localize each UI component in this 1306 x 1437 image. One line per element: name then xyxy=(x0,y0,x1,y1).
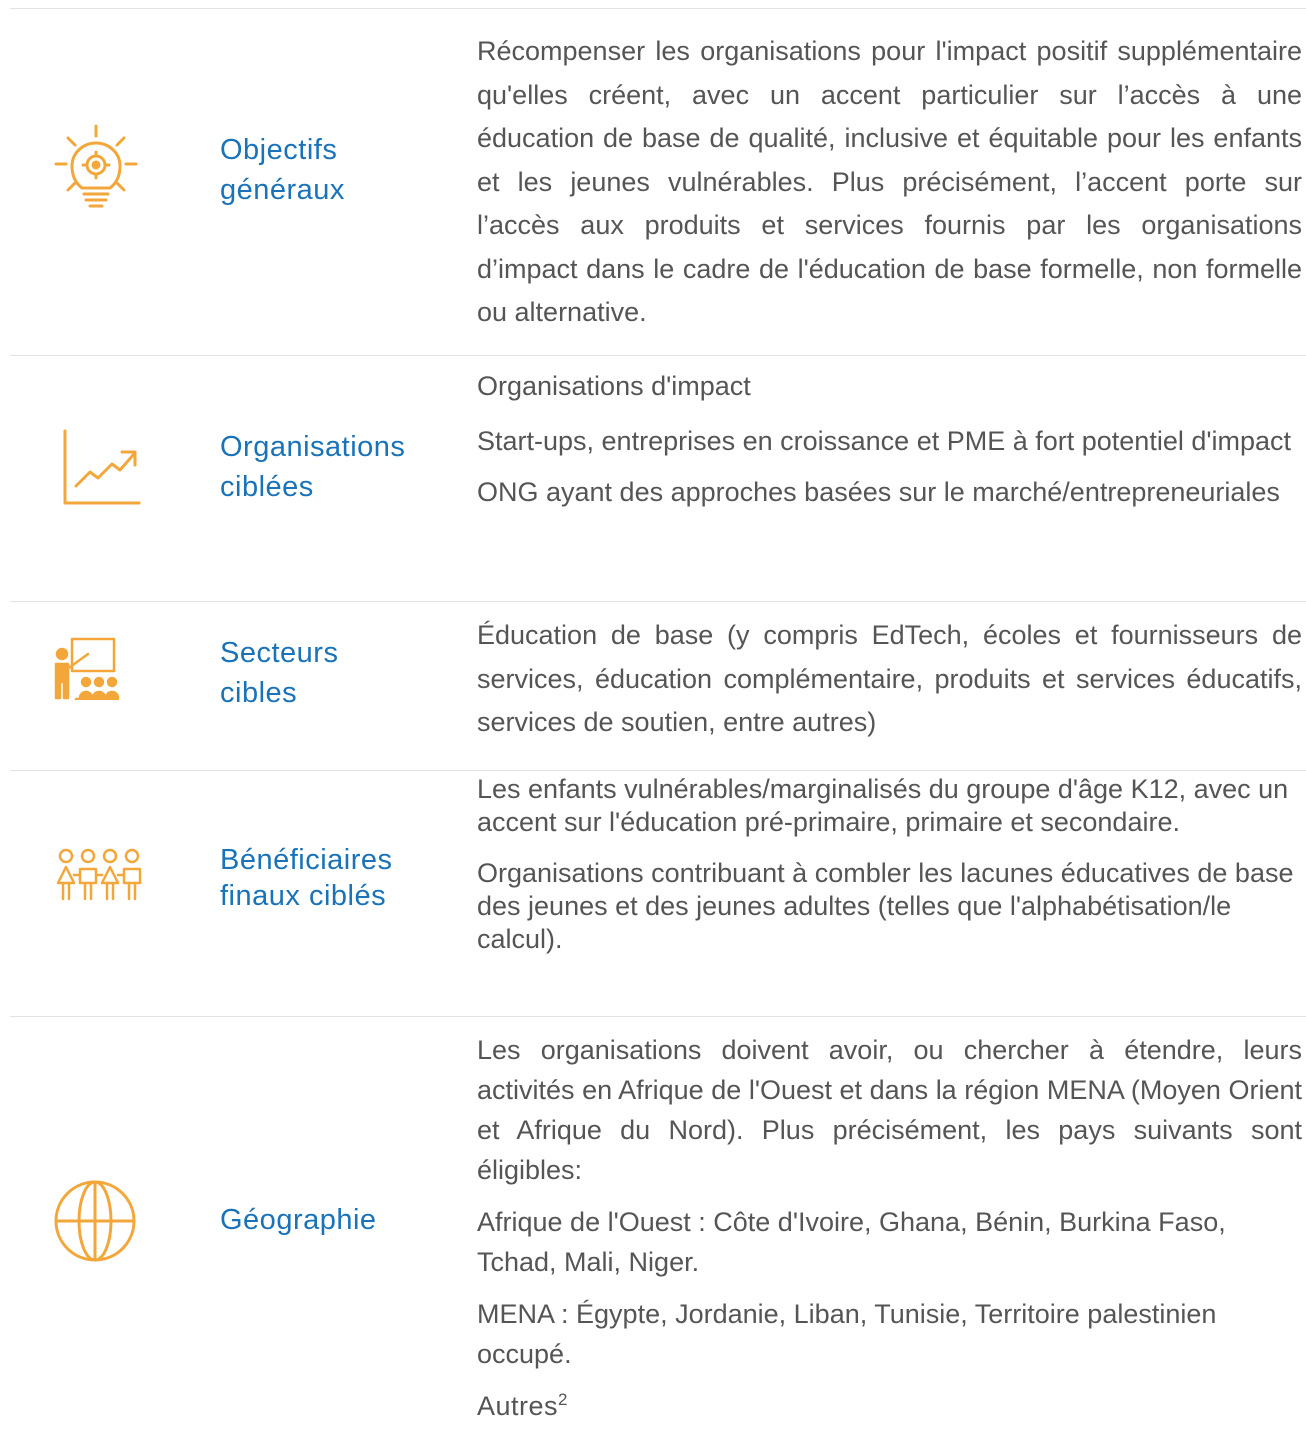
paragraph: Organisations d'impact xyxy=(477,371,751,401)
row-description-objectifs: Récompenser les organisations pour l'imp… xyxy=(477,30,1302,335)
label-line: ciblées xyxy=(220,471,314,503)
growth-chart-icon xyxy=(60,428,142,506)
paragraph: Les enfants vulnérables/marginalisés du … xyxy=(477,774,1289,837)
row-divider xyxy=(10,601,1306,602)
label-line: Géographie xyxy=(220,1204,377,1236)
paragraph: Éducation de base (y compris EdTech, éco… xyxy=(477,620,1302,737)
paragraph: Récompenser les organisations pour l'imp… xyxy=(477,36,1302,327)
row-description-secteurs: Éducation de base (y compris EdTech, éco… xyxy=(477,614,1302,745)
teacher-classroom-icon xyxy=(52,636,120,700)
row-label-geographie: Géographie xyxy=(220,1200,377,1240)
globe-icon xyxy=(52,1178,138,1264)
row-description-beneficiaires: Les enfants vulnérables/marginalisés du … xyxy=(477,773,1302,956)
paragraph: MENA : Égypte, Jordanie, Liban, Tunisie,… xyxy=(477,1299,1217,1369)
label-line: cibles xyxy=(220,677,298,709)
row-label-objectifs: Objectifs généraux xyxy=(220,130,345,210)
paragraph-autres: Autres2 xyxy=(477,1386,1302,1426)
lightbulb-gear-icon xyxy=(50,122,142,214)
row-divider xyxy=(10,770,1306,771)
label-line: Bénéficiaires xyxy=(220,844,393,876)
row-description-organisations: Organisations d'impact Start-ups, entrep… xyxy=(477,370,1302,509)
row-description-geographie: Les organisations doivent avoir, ou cher… xyxy=(477,1030,1302,1426)
paragraph: Start-ups, entreprises en croissance et … xyxy=(477,426,1292,456)
row-label-organisations: Organisations ciblées xyxy=(220,427,405,507)
footnote-marker[interactable]: 2 xyxy=(558,1390,568,1409)
autres-text: Autres xyxy=(477,1391,559,1421)
children-group-icon xyxy=(54,847,144,903)
paragraph: ONG ayant des approches basées sur le ma… xyxy=(477,477,1280,507)
label-line: généraux xyxy=(220,174,345,206)
paragraph: Les organisations doivent avoir, ou cher… xyxy=(477,1035,1302,1185)
label-line: Organisations xyxy=(220,431,406,463)
row-label-secteurs: Secteurs cibles xyxy=(220,633,338,713)
row-divider xyxy=(10,355,1306,356)
row-divider xyxy=(10,8,1306,9)
row-divider xyxy=(10,1016,1306,1017)
label-line: Secteurs xyxy=(220,637,339,669)
label-line: Objectifs xyxy=(220,134,338,166)
paragraph: Organisations contribuant à combler les … xyxy=(477,858,1294,954)
row-label-beneficiaires: Bénéficiaires finaux ciblés xyxy=(220,842,393,914)
label-line: finaux ciblés xyxy=(220,880,387,912)
paragraph: Afrique de l'Ouest : Côte d'Ivoire, Ghan… xyxy=(477,1207,1226,1277)
